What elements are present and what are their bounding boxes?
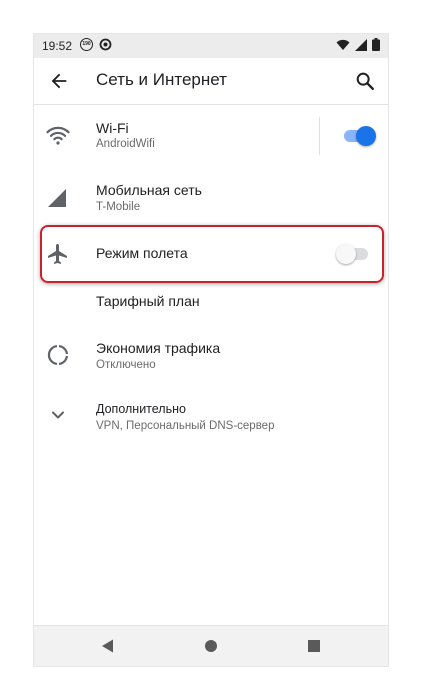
status-time: 19:52	[42, 39, 73, 53]
chevron-down-icon	[52, 411, 64, 419]
wifi-toggle[interactable]	[344, 124, 376, 148]
settings-item-advanced[interactable]: Дополнительно VPN, Персональный DNS-серв…	[34, 388, 388, 446]
navigation-bar	[34, 625, 388, 666]
page-title: Сеть и Интернет	[96, 70, 227, 89]
highlight-frame	[40, 225, 384, 283]
app-bar: Сеть и Интернет	[34, 58, 388, 105]
status-bar: 19:52 190	[34, 34, 388, 58]
settings-item-mobile-network[interactable]: Мобильная сеть T-Mobile	[34, 168, 388, 226]
battery-icon	[372, 38, 380, 51]
vertical-divider	[319, 117, 320, 155]
notification-badge-icon: 190	[80, 38, 93, 51]
settings-item-title: Тарифный план	[96, 293, 200, 309]
data-saver-icon	[47, 344, 69, 366]
settings-item-tariff-plan[interactable]: Тарифный план	[34, 284, 388, 318]
signal-icon	[48, 189, 66, 207]
settings-item-title: Дополнительно	[96, 402, 186, 416]
phone-screen: 19:52 190 Сеть и Интернет Wi-Fi AndroidW…	[33, 33, 389, 667]
settings-item-data-saver[interactable]: Экономия трафика Отключено	[34, 326, 388, 384]
settings-item-subtitle: Отключено	[96, 359, 156, 371]
sync-icon	[99, 38, 112, 51]
settings-item-title: Wi-Fi	[96, 120, 129, 136]
home-circle-icon[interactable]	[203, 638, 219, 654]
settings-item-title: Экономия трафика	[96, 340, 221, 356]
settings-item-subtitle: AndroidWifi	[96, 138, 155, 150]
back-triangle-icon[interactable]	[100, 638, 116, 654]
settings-item-subtitle: T-Mobile	[96, 201, 141, 213]
settings-item-subtitle: VPN, Персональный DNS-сервер	[96, 420, 275, 432]
settings-item-title: Мобильная сеть	[96, 182, 202, 198]
settings-item-wifi[interactable]: Wi-Fi AndroidWifi	[34, 105, 388, 167]
toggle-thumb	[356, 126, 376, 146]
arrow-back-icon[interactable]	[48, 70, 70, 92]
recents-square-icon[interactable]	[306, 638, 322, 654]
wifi-icon	[336, 39, 350, 50]
search-icon[interactable]	[354, 70, 376, 92]
wifi-icon	[46, 126, 70, 145]
signal-icon	[355, 38, 367, 51]
